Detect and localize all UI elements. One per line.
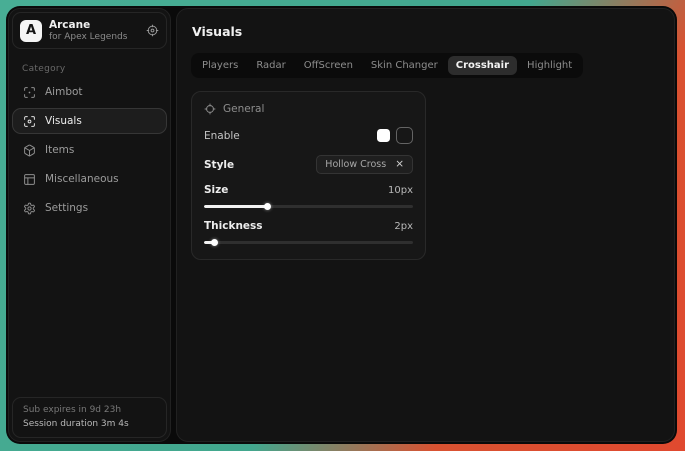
size-row: Size 10px: [204, 184, 413, 196]
size-slider[interactable]: [204, 203, 413, 210]
tab-radar[interactable]: Radar: [248, 56, 293, 75]
sidebar-item-label: Aimbot: [45, 86, 83, 98]
tab-offscreen[interactable]: OffScreen: [296, 56, 361, 75]
sidebar-item-label: Miscellaneous: [45, 173, 119, 185]
style-label: Style: [204, 159, 234, 171]
gear-icon: [23, 202, 36, 215]
tab-crosshair[interactable]: Crosshair: [448, 56, 517, 75]
general-card-title: General: [223, 103, 264, 115]
category-label: Category: [22, 64, 170, 74]
target-icon[interactable]: [146, 24, 159, 37]
scan-crosshair-icon: [23, 86, 36, 99]
size-slider-fill: [204, 205, 267, 208]
sidebar: A Arcane for Apex Legends Category: [8, 8, 171, 442]
size-value: 10px: [388, 185, 413, 196]
thickness-slider-track: [204, 241, 413, 244]
page-title: Visuals: [192, 24, 660, 39]
enable-controls: [377, 127, 413, 144]
general-card-header: General: [204, 103, 413, 115]
color-swatch[interactable]: [377, 129, 390, 142]
style-select[interactable]: Hollow Cross ×: [316, 155, 413, 174]
sidebar-item-settings[interactable]: Settings: [12, 195, 167, 221]
main-panel: Visuals Players Radar OffScreen Skin Cha…: [176, 8, 675, 442]
sidebar-item-label: Items: [45, 144, 74, 156]
thickness-slider-thumb[interactable]: [211, 239, 218, 246]
app-title: Arcane: [49, 19, 127, 31]
size-label: Size: [204, 184, 228, 196]
tab-players[interactable]: Players: [194, 56, 246, 75]
enable-row: Enable: [204, 127, 413, 144]
sidebar-item-label: Visuals: [45, 115, 82, 127]
brand-text: Arcane for Apex Legends: [49, 19, 127, 42]
clear-icon[interactable]: ×: [395, 159, 404, 170]
brand-card: A Arcane for Apex Legends: [12, 12, 167, 49]
sidebar-item-aimbot[interactable]: Aimbot: [12, 79, 167, 105]
sub-expires-text: Sub expires in 9d 23h: [23, 404, 156, 418]
tab-highlight[interactable]: Highlight: [519, 56, 580, 75]
package-icon: [23, 144, 36, 157]
sidebar-item-items[interactable]: Items: [12, 137, 167, 163]
tab-skin-changer[interactable]: Skin Changer: [363, 56, 446, 75]
subscription-info: Sub expires in 9d 23h Session duration 3…: [12, 397, 167, 438]
app-window: A Arcane for Apex Legends Category: [6, 6, 677, 444]
size-slider-thumb[interactable]: [264, 203, 271, 210]
grid-icon: [23, 173, 36, 186]
thickness-value: 2px: [394, 221, 413, 232]
sidebar-item-miscellaneous[interactable]: Miscellaneous: [12, 166, 167, 192]
app-logo: A: [20, 20, 42, 42]
thickness-label: Thickness: [204, 220, 263, 232]
style-row: Style Hollow Cross ×: [204, 155, 413, 174]
style-value: Hollow Cross: [325, 159, 386, 170]
tab-bar: Players Radar OffScreen Skin Changer Cro…: [191, 53, 583, 78]
thickness-slider[interactable]: [204, 239, 413, 246]
app-subtitle: for Apex Legends: [49, 32, 127, 42]
scan-eye-icon: [23, 115, 36, 128]
sidebar-item-visuals[interactable]: Visuals: [12, 108, 167, 134]
size-slider-track: [204, 205, 413, 208]
session-duration-text: Session duration 3m 4s: [23, 418, 156, 432]
crosshair-icon: [204, 103, 216, 115]
enable-checkbox[interactable]: [396, 127, 413, 144]
general-card: General Enable Style Hollow Cross ×: [191, 91, 426, 260]
desktop-background: A Arcane for Apex Legends Category: [0, 0, 685, 451]
thickness-row: Thickness 2px: [204, 220, 413, 232]
enable-label: Enable: [204, 130, 240, 142]
sidebar-item-label: Settings: [45, 202, 88, 214]
sidebar-nav: Aimbot Visuals: [9, 79, 170, 221]
